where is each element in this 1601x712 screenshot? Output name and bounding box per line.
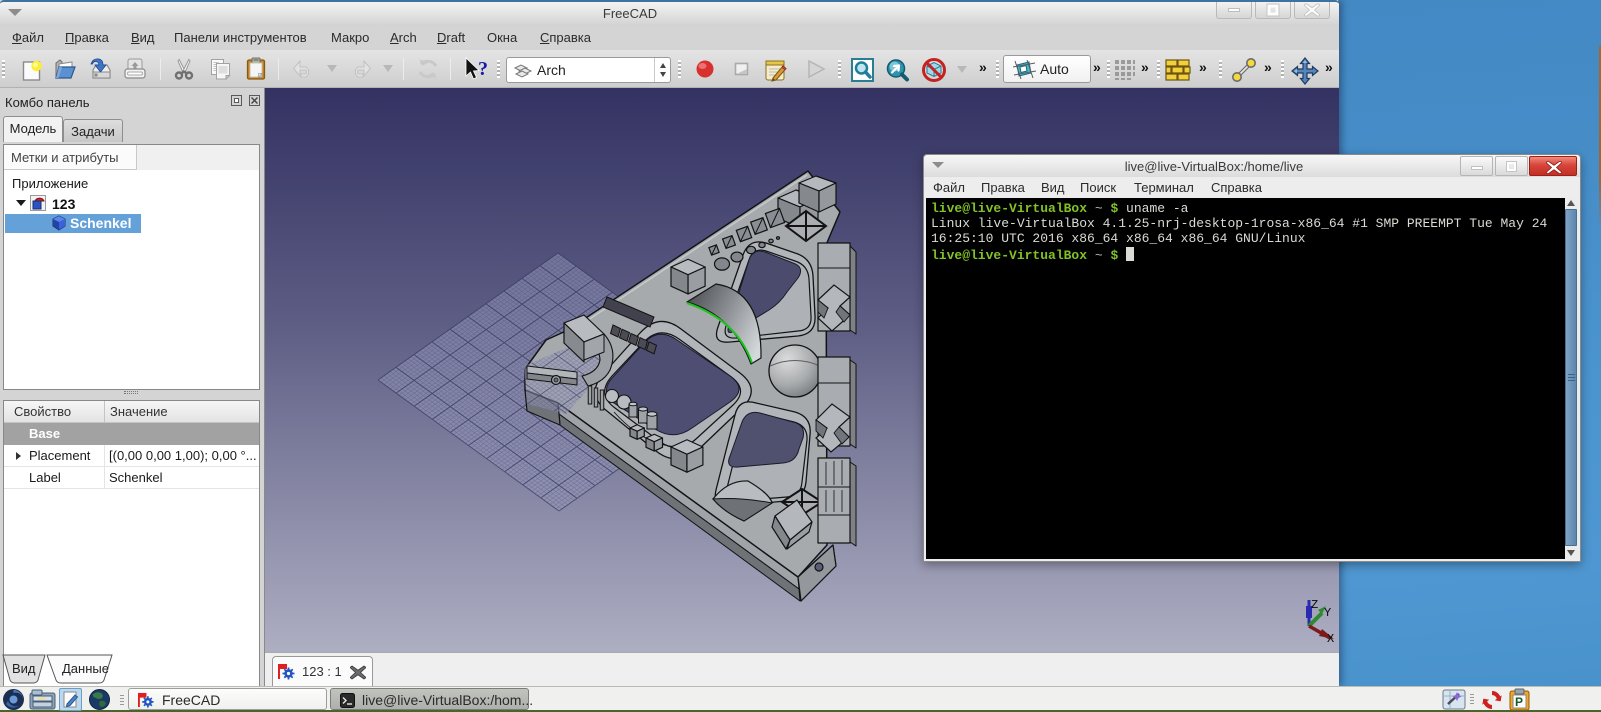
svg-text:P: P bbox=[1515, 695, 1523, 709]
svg-text:?: ? bbox=[478, 58, 488, 80]
svg-text:X: X bbox=[1327, 632, 1334, 646]
svg-text:Z: Z bbox=[1311, 598, 1318, 612]
svg-text:Вид: Вид bbox=[12, 661, 36, 676]
svg-text:Y: Y bbox=[1324, 606, 1331, 620]
svg-text:Данные: Данные bbox=[62, 661, 109, 676]
